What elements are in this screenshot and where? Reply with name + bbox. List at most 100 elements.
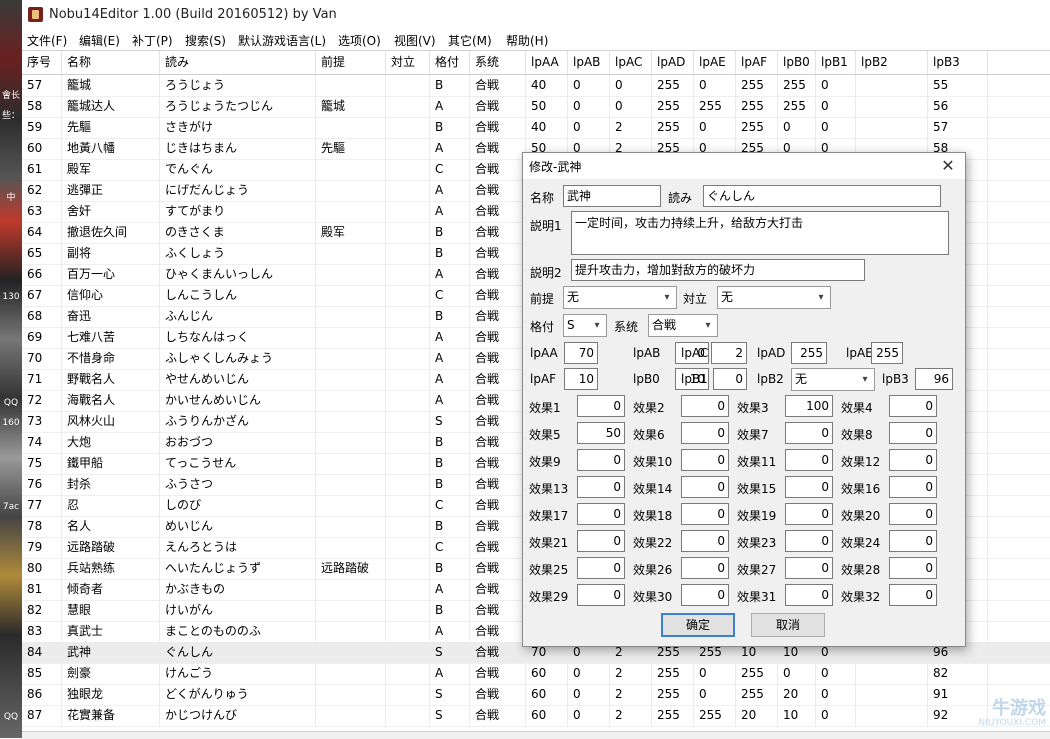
column-header[interactable]: lpB1 [816,51,856,74]
table-cell: 合戦 [470,684,526,705]
menu-item[interactable]: 其它(M) [448,32,492,49]
table-cell: やせんめいじん [160,369,316,390]
param-field[interactable]: 255 [871,342,903,364]
effect-field[interactable]: 0 [577,530,625,552]
table-cell [316,432,386,453]
effect-field[interactable]: 0 [785,530,833,552]
name-field[interactable]: 武神 [563,185,661,207]
table-cell: 兵站熟练 [62,558,160,579]
effect-field[interactable]: 0 [681,530,729,552]
effect-field[interactable]: 0 [889,395,937,417]
effect-field[interactable]: 100 [785,395,833,417]
column-header[interactable]: lpAD [652,51,694,74]
table-cell: 83 [22,621,62,642]
param-field[interactable]: 10 [564,368,598,390]
table-row[interactable]: 58 籠城达人 ろうじょうたつじん 籠城 A 合戦 50 0 0 255 255 255 255 0 56 [22,96,1050,118]
param-label: lpAB [633,346,661,360]
reading-field[interactable]: ぐんしん [703,185,941,207]
column-header[interactable]: 読み [160,51,316,74]
effect-field[interactable]: 0 [681,557,729,579]
column-header[interactable]: lpB2 [856,51,928,74]
column-header[interactable]: 格付 [430,51,470,74]
effect-field[interactable]: 0 [577,503,625,525]
column-header[interactable]: lpAA [526,51,568,74]
menu-item[interactable]: 默认游戏语言(L) [238,32,326,49]
column-header[interactable]: 序号 [22,51,62,74]
menu-item[interactable]: 选项(O) [338,32,381,49]
table-row[interactable]: 57 籠城 ろうじょう B 合戦 40 0 0 255 0 255 255 0 55 [22,75,1050,97]
system-select[interactable]: 合戦 ▾ [648,314,718,337]
effect-field[interactable]: 0 [889,530,937,552]
param-select[interactable]: 无 ▾ [791,368,875,391]
column-header[interactable]: lpAE [694,51,736,74]
effect-field[interactable]: 50 [577,422,625,444]
effect-field[interactable]: 0 [681,422,729,444]
rank-select[interactable]: S ▾ [563,314,607,337]
cancel-button[interactable]: 取消 [751,613,825,637]
menu-item[interactable]: 帮助(H) [506,32,548,49]
effect-field[interactable]: 0 [785,503,833,525]
effect-field[interactable]: 0 [681,476,729,498]
effect-field[interactable]: 0 [681,584,729,606]
table-cell [386,243,430,264]
effect-field[interactable]: 0 [889,422,937,444]
param-field[interactable]: 2 [711,342,747,364]
menu-item[interactable]: 补丁(P) [132,32,173,49]
param-field[interactable]: 255 [791,342,827,364]
effect-field[interactable]: 0 [577,449,625,471]
table-row[interactable]: 86 独眼龙 どくがんりゅう S 合戦 60 0 2 255 0 255 20 0 91 [22,684,1050,706]
table-cell: 0 [778,663,816,684]
effect-field[interactable]: 0 [889,557,937,579]
effect-label: 效果3 [737,401,769,415]
ok-button[interactable]: 确定 [661,613,735,637]
table-row[interactable]: 87 花實兼备 かじつけんび S 合戦 60 0 2 255 255 20 10 0 92 [22,705,1050,727]
effect-field[interactable]: 0 [785,584,833,606]
effect-field[interactable]: 0 [681,503,729,525]
column-header[interactable]: 対立 [386,51,430,74]
effect-field[interactable]: 0 [785,422,833,444]
param-field[interactable]: 96 [915,368,953,390]
menu-item[interactable]: 文件(F) [27,32,67,49]
effect-field[interactable]: 0 [785,476,833,498]
effect-field[interactable]: 0 [681,395,729,417]
table-cell: 合戦 [470,600,526,621]
desc1-field[interactable]: 一定时间，攻击力持续上升，给敌方大打击 [571,211,949,255]
menu-item[interactable]: 视图(V) [394,32,436,49]
column-header[interactable]: 前提 [316,51,386,74]
desc2-field[interactable]: 提升攻击力，增加對敌方的破坏力 [571,259,865,281]
column-header[interactable]: 名称 [62,51,160,74]
desc2-label: 説明2 [530,266,562,280]
table-cell: 255 [652,705,694,726]
table-cell [386,663,430,684]
table-row[interactable]: 85 劍豪 けんごう A 合戦 60 0 2 255 0 255 0 0 82 [22,663,1050,685]
effect-field[interactable]: 0 [889,449,937,471]
table-cell: 倾奇者 [62,579,160,600]
effect-field[interactable]: 0 [577,557,625,579]
effect-field[interactable]: 0 [785,557,833,579]
effect-field[interactable]: 0 [577,395,625,417]
menu-item[interactable]: 编辑(E) [79,32,120,49]
menu-item[interactable]: 搜索(S) [185,32,226,49]
column-header[interactable]: lpB0 [778,51,816,74]
prereq-select[interactable]: 无 ▾ [563,286,677,309]
effect-field[interactable]: 0 [889,476,937,498]
effect-field[interactable]: 0 [785,449,833,471]
table-row[interactable]: 59 先驅 さきがけ B 合戦 40 0 2 255 0 255 0 0 57 [22,117,1050,139]
param-field[interactable]: 70 [564,342,598,364]
column-header[interactable]: lpAB [568,51,610,74]
effect-field[interactable]: 0 [577,476,625,498]
watermark-subtext: NIUYOUXI.COM [978,718,1046,728]
table-cell: 合戦 [470,75,526,96]
column-header[interactable]: 系统 [470,51,526,74]
param-field[interactable]: 0 [713,368,747,390]
effect-field[interactable]: 0 [681,449,729,471]
effect-field[interactable]: 0 [889,503,937,525]
table-cell: 40 [526,117,568,138]
column-header[interactable]: lpB3 [928,51,988,74]
oppose-select[interactable]: 无 ▾ [717,286,831,309]
close-icon[interactable]: ✕ [937,155,959,177]
column-header[interactable]: lpAC [610,51,652,74]
effect-field[interactable]: 0 [889,584,937,606]
effect-field[interactable]: 0 [577,584,625,606]
column-header[interactable]: lpAF [736,51,778,74]
